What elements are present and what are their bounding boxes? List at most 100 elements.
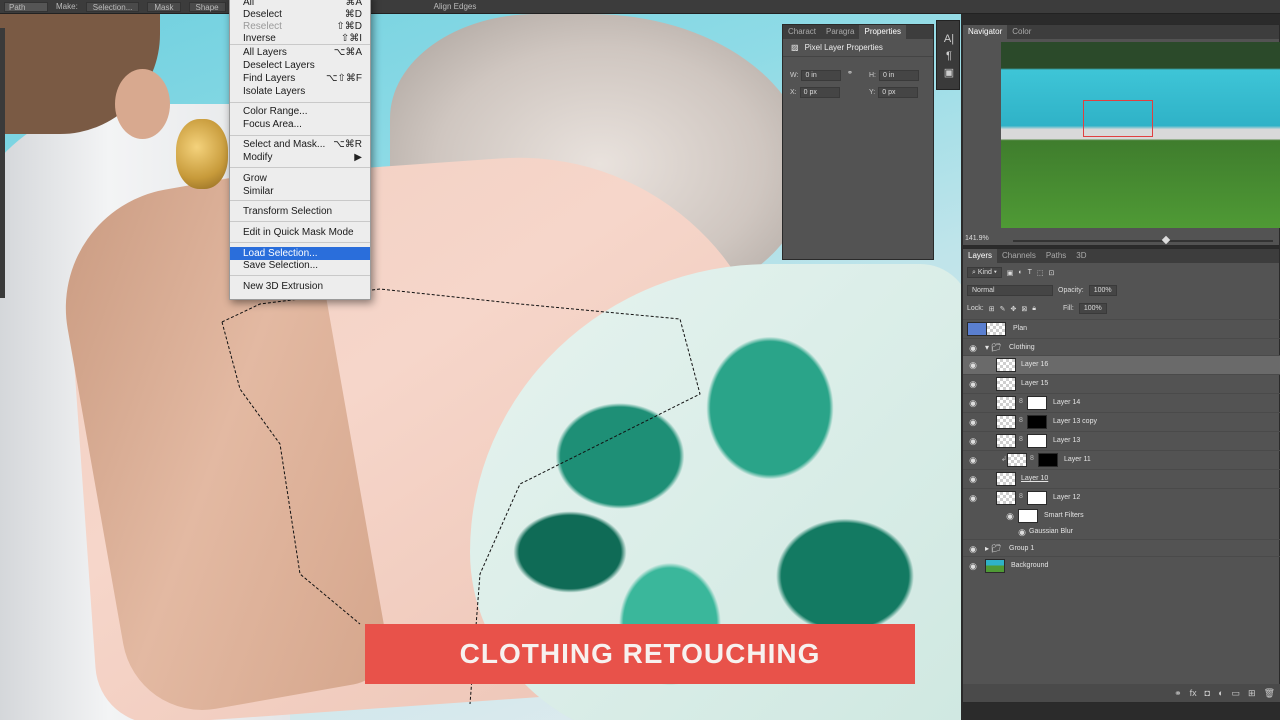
layer-filter-select[interactable]: ⌕ Kind ▾ (967, 267, 1002, 278)
lock-all-icon[interactable]: 🔒︎ (1032, 305, 1036, 313)
visibility-eye-icon[interactable]: ◉ (968, 343, 978, 353)
layer-row-13-copy[interactable]: ◉ 8 Layer 13 copy (963, 412, 1280, 431)
filter-mask-thumbnail[interactable] (1018, 509, 1038, 523)
menu-item-color-range[interactable]: Color Range... (230, 105, 370, 118)
mask-link-icon[interactable]: 8 (1019, 417, 1023, 424)
opacity-field[interactable]: 100% (1088, 285, 1117, 296)
width-field[interactable]: 0 in (801, 70, 842, 81)
tab-3d[interactable]: 3D (1071, 249, 1091, 263)
navigator-thumbnail[interactable] (1001, 42, 1280, 228)
visibility-eye-icon[interactable]: ◉ (1017, 527, 1027, 537)
visibility-eye-icon[interactable]: ◉ (968, 474, 978, 484)
menu-item-new-3d-extrusion[interactable]: New 3D Extrusion (230, 280, 370, 293)
tab-layers[interactable]: Layers (963, 249, 998, 263)
tab-paths[interactable]: Paths (1041, 249, 1071, 263)
visibility-eye-icon[interactable]: ◉ (1005, 511, 1015, 521)
layer-row-12[interactable]: ◉ 8 Layer 12 (963, 488, 1280, 507)
group-toggle-icon[interactable]: ▸ 📁︎ (985, 544, 1001, 553)
make-mask-button[interactable]: Mask (147, 1, 181, 12)
properties-icon[interactable]: ▣ (937, 65, 961, 82)
visibility-eye-icon[interactable]: ◉ (968, 436, 978, 446)
menu-item-save-selection[interactable]: Save Selection... (230, 259, 370, 272)
fill-field[interactable]: 100% (1078, 303, 1107, 314)
layer-mask-thumbnail[interactable] (1027, 434, 1047, 448)
layer-style-icon[interactable]: fx (1190, 688, 1197, 698)
lock-brush-icon[interactable]: ✎ (1000, 305, 1006, 313)
navigator-view-box[interactable] (1083, 100, 1153, 137)
visibility-empty[interactable] (967, 322, 987, 336)
height-field[interactable]: 0 in (879, 70, 919, 81)
layer-mask-thumbnail[interactable] (1027, 396, 1047, 410)
visibility-eye-icon[interactable]: ◉ (968, 544, 978, 554)
x-field[interactable]: 0 px (799, 87, 840, 98)
tab-paragraph[interactable]: Paragra (821, 25, 859, 39)
layer-row-11[interactable]: ◉ ↲ 8 Layer 11 (963, 450, 1280, 469)
menu-item-grow[interactable]: Grow (230, 172, 370, 185)
tab-properties[interactable]: Properties (859, 25, 906, 39)
filter-adjust-icon[interactable]: ◐ (1018, 269, 1022, 276)
visibility-eye-icon[interactable]: ◉ (968, 360, 978, 370)
filter-shape-icon[interactable]: ⬚ (1037, 269, 1044, 277)
mask-link-icon[interactable]: 8 (1030, 455, 1034, 462)
link-layers-icon[interactable]: ⚭ (1174, 688, 1182, 699)
layer-row-10[interactable]: ◉ Layer 10 (963, 469, 1280, 488)
filter-smart-icon[interactable]: ⊡ (1049, 269, 1055, 277)
visibility-eye-icon[interactable]: ◉ (968, 379, 978, 389)
lock-artboard-icon[interactable]: ⊠ (1021, 305, 1027, 313)
menu-item-deselect-layers[interactable]: Deselect Layers (230, 59, 370, 72)
tab-color[interactable]: Color (1007, 25, 1036, 39)
tab-character[interactable]: Charact (783, 25, 821, 39)
menu-item-find-layers[interactable]: Find Layers ⌥⇧⌘F (230, 72, 370, 85)
group-toggle-icon[interactable]: ▾ 📁︎ (985, 343, 1001, 352)
visibility-eye-icon[interactable]: ◉ (968, 398, 978, 408)
tool-mode-select[interactable]: Path (4, 1, 48, 12)
mask-link-icon[interactable]: 8 (1019, 398, 1023, 405)
tab-navigator[interactable]: Navigator (963, 25, 1008, 39)
layer-row-13[interactable]: ◉ 8 Layer 13 (963, 431, 1280, 450)
tab-channels[interactable]: Channels (997, 249, 1041, 263)
lock-move-icon[interactable]: ✥ (1010, 305, 1016, 313)
new-group-icon[interactable]: ▭ (1232, 688, 1241, 699)
layer-row-plan[interactable]: Plan (963, 319, 1280, 338)
menu-item-similar[interactable]: Similar (230, 185, 370, 198)
layer-mask-thumbnail[interactable] (1027, 415, 1047, 429)
filter-type-icon[interactable]: T (1028, 269, 1032, 276)
menu-item-all-layers[interactable]: All Layers ⌥⌘A (230, 46, 370, 59)
menu-item-select-and-mask[interactable]: Select and Mask... ⌥⌘R (230, 138, 370, 151)
menu-item-isolate-layers[interactable]: Isolate Layers (230, 85, 370, 98)
character-icon[interactable]: A| (937, 31, 961, 48)
add-mask-icon[interactable]: ◘ (1205, 688, 1210, 698)
navigator-zoom[interactable]: 141.9% (963, 235, 989, 242)
y-field[interactable]: 0 px (878, 87, 919, 98)
visibility-eye-icon[interactable]: ◉ (968, 455, 978, 465)
menu-item-focus-area[interactable]: Focus Area... (230, 118, 370, 131)
visibility-eye-icon[interactable]: ◉ (968, 561, 978, 571)
visibility-eye-icon[interactable]: ◉ (968, 493, 978, 503)
layer-row-background[interactable]: ◉ Background (963, 556, 1280, 575)
make-selection-button[interactable]: Selection... (85, 1, 140, 12)
menu-item-modify[interactable]: Modify ▶ (230, 151, 370, 164)
link-icon[interactable]: ⚭ (847, 69, 853, 77)
paragraph-icon[interactable]: ¶ (937, 48, 961, 65)
layer-row-16[interactable]: ◉ Layer 16 (963, 355, 1280, 374)
make-shape-button[interactable]: Shape (188, 1, 226, 12)
layer-row-14[interactable]: ◉ 8 Layer 14 (963, 393, 1280, 412)
delete-layer-icon[interactable]: 🗑︎ (1264, 688, 1275, 699)
filter-pixel-icon[interactable]: ▣ (1007, 269, 1014, 277)
mask-link-icon[interactable]: 8 (1019, 436, 1023, 443)
layer-mask-thumbnail[interactable] (1038, 453, 1058, 467)
visibility-eye-icon[interactable]: ◉ (968, 417, 978, 427)
mask-link-icon[interactable]: 8 (1019, 493, 1023, 500)
new-layer-icon[interactable]: ⊞ (1248, 688, 1256, 699)
menu-item-edit-in-quick-mask-mode[interactable]: Edit in Quick Mask Mode (230, 226, 370, 239)
layer-mask-thumbnail[interactable] (1027, 491, 1047, 505)
adjustment-layer-icon[interactable]: ◐ (1218, 688, 1223, 698)
lock-pixels-icon[interactable]: ⊞ (989, 305, 995, 313)
zoom-slider[interactable] (1013, 240, 1273, 242)
blend-mode-select[interactable]: Normal (967, 285, 1053, 296)
layer-row-15[interactable]: ◉ Layer 15 (963, 374, 1280, 393)
menu-item-transform-selection[interactable]: Transform Selection (230, 205, 370, 218)
zoom-slider-handle[interactable] (1161, 235, 1171, 245)
tools-panel[interactable] (0, 28, 5, 298)
align-edges-checkbox[interactable]: Align Edges (434, 2, 477, 11)
